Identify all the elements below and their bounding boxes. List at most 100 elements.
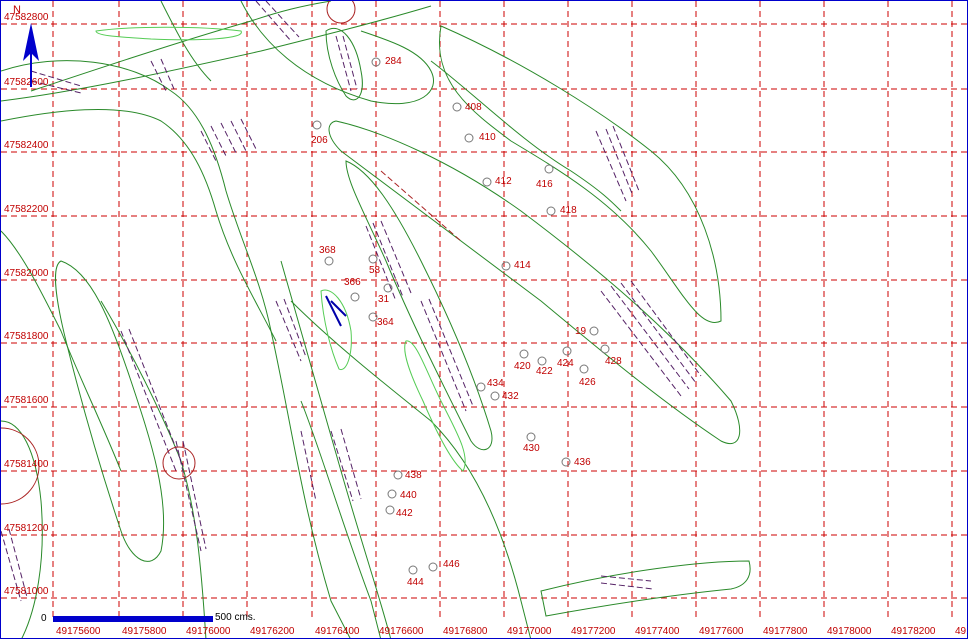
site-marker: [490, 391, 500, 401]
site-label[interactable]: 412: [495, 176, 512, 187]
site-marker: [537, 356, 547, 366]
site-label[interactable]: 58: [369, 265, 380, 276]
site-markers: [312, 57, 610, 575]
site-label[interactable]: 420: [514, 361, 531, 372]
site-marker: [324, 256, 334, 266]
x-axis-label: 49175800: [122, 626, 167, 637]
strata-hatching: [1, 1, 702, 602]
map-canvas[interactable]: 284 206 408 410 412 416 418 414 368 58 366 31 364 19 4…: [0, 0, 968, 639]
site-label[interactable]: 416: [536, 179, 553, 190]
site-marker: [589, 326, 599, 336]
x-axis-label: 49177000: [507, 626, 552, 637]
site-label[interactable]: 428: [605, 356, 622, 367]
site-marker: [501, 261, 511, 271]
site-marker: [562, 346, 572, 356]
y-axis-label: 47581200: [4, 523, 49, 534]
site-label[interactable]: 418: [560, 205, 577, 216]
site-marker: [544, 164, 554, 174]
highlight-outline: [320, 289, 352, 371]
pit-ring: [326, 1, 356, 24]
scale-zero-label: 0: [41, 613, 47, 624]
map-drawing: [1, 1, 967, 638]
y-axis-label: 47582000: [4, 268, 49, 279]
x-axis-label: 49177800: [763, 626, 808, 637]
site-label[interactable]: 364: [377, 317, 394, 328]
site-marker: [519, 349, 529, 359]
site-marker: [350, 292, 360, 302]
north-label: N: [13, 4, 21, 16]
site-label[interactable]: 19: [575, 326, 586, 337]
boundary-outline: [439, 25, 722, 324]
site-marker: [385, 505, 395, 515]
site-label[interactable]: 432: [502, 391, 519, 402]
site-label[interactable]: 440: [400, 490, 417, 501]
y-axis-label: 47581400: [4, 459, 49, 470]
site-label[interactable]: 430: [523, 443, 540, 454]
site-label[interactable]: 438: [405, 470, 422, 481]
y-axis-label: 47581600: [4, 395, 49, 406]
grid-lines: [1, 1, 967, 621]
site-marker: [464, 133, 474, 143]
site-marker: [526, 432, 536, 442]
site-marker: [393, 470, 403, 480]
site-label[interactable]: 442: [396, 508, 413, 519]
highlight-outline: [95, 26, 242, 41]
site-label[interactable]: 366: [344, 277, 361, 288]
site-marker: [387, 489, 397, 499]
x-axis-label: 49175600: [56, 626, 101, 637]
boundary-outline: [300, 400, 382, 638]
scale-baseline: [53, 621, 213, 622]
boundary-outline: [1, 230, 122, 472]
pit-ring: [162, 446, 196, 480]
boundary-outline: [540, 560, 751, 617]
x-axis-label: 49178200: [891, 626, 936, 637]
site-marker: [600, 344, 610, 354]
y-axis-label: 47581000: [4, 586, 49, 597]
boundary-outline: [328, 120, 741, 444]
y-axis-label: 47582200: [4, 204, 49, 215]
site-label[interactable]: 424: [557, 358, 574, 369]
boundary-outline: [55, 260, 165, 562]
site-label[interactable]: 206: [311, 135, 328, 146]
x-axis-label: 49177200: [571, 626, 616, 637]
site-label[interactable]: 410: [479, 132, 496, 143]
highlight-outline: [404, 340, 466, 472]
site-marker: [312, 120, 322, 130]
site-label[interactable]: 444: [407, 577, 424, 588]
site-marker: [368, 254, 378, 264]
site-label[interactable]: 422: [536, 366, 553, 377]
boundary-outline: [1, 5, 432, 102]
site-label[interactable]: 446: [443, 559, 460, 570]
site-label[interactable]: 434: [487, 378, 504, 389]
site-marker: [482, 177, 492, 187]
site-marker: [428, 562, 438, 572]
site-marker: [408, 565, 418, 575]
site-label[interactable]: 426: [579, 377, 596, 388]
site-marker: [476, 382, 486, 392]
site-label[interactable]: 436: [574, 457, 591, 468]
site-label[interactable]: 284: [385, 56, 402, 67]
site-marker: [546, 206, 556, 216]
x-axis-label: 49176200: [250, 626, 295, 637]
y-axis-label: 47581800: [4, 331, 49, 342]
site-marker: [579, 364, 589, 374]
boundary-outline: [100, 300, 207, 638]
boundary-outline: [30, 1, 332, 92]
x-axis-label: 49176000: [186, 626, 231, 637]
site-label[interactable]: 414: [514, 260, 531, 271]
x-axis-label: 49177400: [635, 626, 680, 637]
site-marker: [561, 457, 571, 467]
site-label[interactable]: 31: [378, 294, 389, 305]
site-marker: [452, 102, 462, 112]
x-axis-label: 49178000: [827, 626, 872, 637]
x-axis-label: 49176400: [315, 626, 360, 637]
artifact-cluster: [325, 295, 347, 327]
scale-label: 500 cms.: [215, 612, 256, 623]
x-axis-label: 49177600: [699, 626, 744, 637]
site-label[interactable]: 408: [465, 102, 482, 113]
x-axis-label: 49176800: [443, 626, 488, 637]
north-arrow-icon: [23, 23, 39, 87]
x-axis-label: 49178400: [955, 626, 967, 637]
site-label[interactable]: 368: [319, 245, 336, 256]
boundary-outline: [430, 60, 622, 212]
